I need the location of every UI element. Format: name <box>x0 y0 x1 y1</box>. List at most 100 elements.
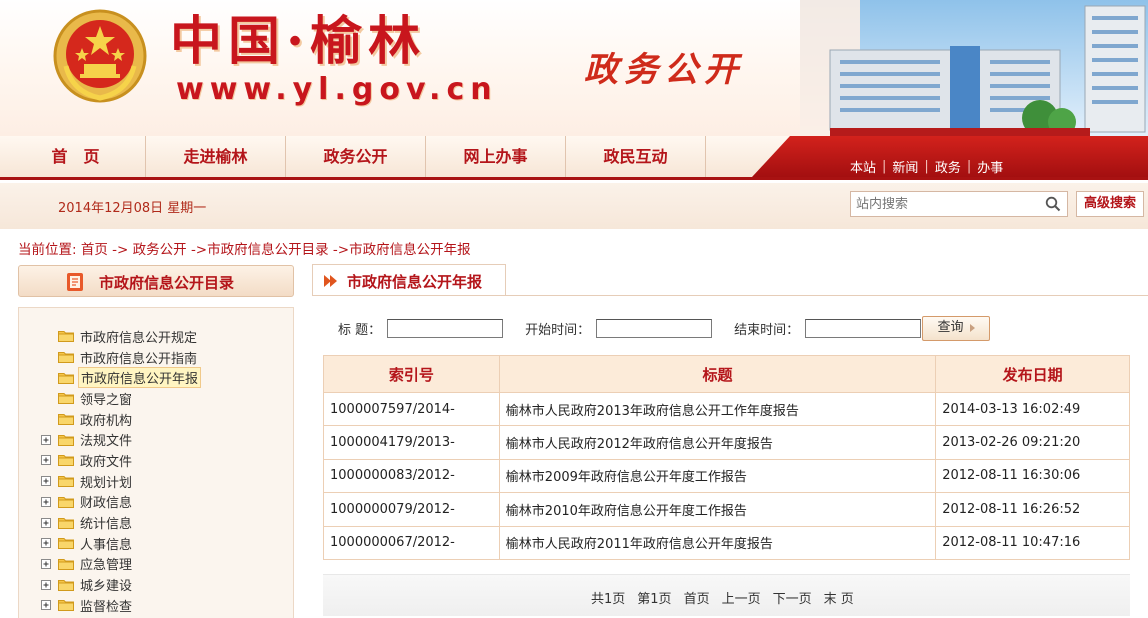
sidebar-item-label[interactable]: 监督检查 <box>78 596 134 615</box>
expand-plus-icon[interactable] <box>41 579 51 590</box>
sidebar-tree-item[interactable]: 应急管理 <box>41 554 201 575</box>
quick-link-news[interactable]: 新闻 <box>892 157 918 176</box>
sidebar-item-label[interactable]: 城乡建设 <box>78 575 134 594</box>
site-search <box>850 191 1068 217</box>
next-page-link[interactable]: 下一页 <box>773 588 812 607</box>
breadcrumb-home[interactable]: 首页 <box>81 242 108 258</box>
index-cell: 1000000083/2012- <box>323 458 500 494</box>
report-title-link[interactable]: 榆林市人民政府2012年政府信息公开年度报告 <box>498 425 937 460</box>
sidebar-header: 市政府信息公开目录 <box>18 265 294 297</box>
expand-plus-icon[interactable] <box>41 517 51 528</box>
sidebar-tree-item[interactable]: 城乡建设 <box>41 574 201 595</box>
folder-icon <box>58 496 74 508</box>
info-bar: 2014年12月08日 星期一 高级搜索 <box>0 183 1148 229</box>
report-title-link[interactable]: 榆林市2009年政府信息公开年度工作报告 <box>498 458 937 494</box>
nav-home[interactable]: 首 页 <box>6 136 146 177</box>
reports-table: 索引号 标题 发布日期 1000007597/2014- 榆林市人民政府2013… <box>323 355 1130 560</box>
report-title-link[interactable]: 榆林市人民政府2013年政府信息公开工作年度报告 <box>498 391 937 427</box>
last-page-link[interactable]: 末 页 <box>824 588 854 607</box>
quick-link-affairs[interactable]: 政务 <box>935 157 961 176</box>
expand-plus-icon[interactable] <box>41 538 51 549</box>
nav-public-interaction[interactable]: 政民互动 <box>566 136 706 177</box>
sidebar-tree-item[interactable]: 人事信息 <box>41 533 201 554</box>
sidebar-item-label[interactable]: 财政信息 <box>78 492 134 511</box>
government-building-image <box>800 0 1148 136</box>
sidebar-item-label[interactable]: 市政府信息公开指南 <box>78 348 199 367</box>
sidebar-tree-item[interactable]: 监督检查 <box>41 595 201 616</box>
expand-plus-icon[interactable] <box>41 600 51 611</box>
sidebar-item-label[interactable]: 市政府信息公开年报 <box>78 367 202 389</box>
sidebar-tree-item[interactable]: 财政信息 <box>41 492 201 513</box>
sidebar-item-label[interactable]: 领导之窗 <box>78 389 134 408</box>
main-nav: 首 页 走进榆林 政务公开 网上办事 政民互动 本站 | 新闻 | 政务 | 办… <box>0 136 1148 180</box>
breadcrumb-info-catalog[interactable]: 市政府信息公开目录 <box>207 242 329 258</box>
tab-underline <box>312 295 1148 296</box>
column-header-index: 索引号 <box>323 355 500 393</box>
advanced-search-button[interactable]: 高级搜索 <box>1076 191 1144 217</box>
prev-page-link[interactable]: 上一页 <box>722 588 761 607</box>
folder-icon <box>58 476 74 488</box>
table-row: 1000000083/2012- 榆林市2009年政府信息公开年度工作报告 20… <box>323 458 1130 494</box>
search-input[interactable] <box>851 192 1041 216</box>
sidebar-tree-item[interactable]: 政府文件 <box>41 450 201 471</box>
quick-link-services[interactable]: 办事 <box>977 157 1003 176</box>
sidebar-item-label[interactable]: 市政府信息公开规定 <box>78 327 199 346</box>
start-date-input[interactable] <box>596 318 713 338</box>
first-page-link[interactable]: 首页 <box>684 588 710 607</box>
sidebar-tree-item[interactable]: 法规文件 <box>41 429 201 450</box>
nav-online-services[interactable]: 网上办事 <box>426 136 566 177</box>
expand-plus-icon[interactable] <box>41 476 51 487</box>
sidebar-item-label[interactable]: 规划计划 <box>78 472 134 491</box>
quick-link-site[interactable]: 本站 <box>850 157 876 176</box>
breadcrumb: 当前位置: 首页 -> 政务公开 ->市政府信息公开目录 ->市政府信息公开年报 <box>18 238 471 258</box>
sidebar-title: 市政府信息公开目录 <box>99 274 235 292</box>
breadcrumb-government-affairs[interactable]: 政务公开 <box>133 242 187 258</box>
tab-annual-reports[interactable]: 市政府信息公开年报 <box>312 264 506 296</box>
expand-plus-icon[interactable] <box>41 434 51 445</box>
query-button[interactable]: 查询 <box>922 316 990 341</box>
sidebar-item-label[interactable]: 统计信息 <box>78 513 134 532</box>
sidebar-tree-panel: 市政府信息公开规定 市政府信息公开指南 市政府信息公开年报 领导之窗政府机构 法规文件政… <box>18 307 294 618</box>
sidebar-tree-item[interactable]: 统计信息 <box>41 512 201 533</box>
sidebar-item-label[interactable]: 法规文件 <box>78 430 134 449</box>
table-header-row: 索引号 标题 发布日期 <box>323 355 1130 393</box>
date-cell: 2013-02-26 09:21:20 <box>935 425 1130 460</box>
end-date-label: 结束时间： <box>734 322 800 338</box>
expand-plus-icon[interactable] <box>41 455 51 466</box>
sidebar-tree-item[interactable]: 市政府信息公开规定 <box>41 326 201 347</box>
sidebar-item-label[interactable]: 政府机构 <box>78 410 134 429</box>
divider: | <box>966 158 972 174</box>
breadcrumb-separator: -> <box>332 242 350 258</box>
site-url: www.yl.gov.cn <box>176 72 498 107</box>
folder-icon <box>58 372 74 384</box>
report-title-link[interactable]: 榆林市2010年政府信息公开年度工作报告 <box>498 492 937 527</box>
sidebar-item-label[interactable]: 人事信息 <box>78 534 134 553</box>
report-title-link[interactable]: 榆林市人民政府2011年政府信息公开年度报告 <box>498 525 937 560</box>
sidebar-tree-item[interactable]: 市政府信息公开指南 <box>41 347 201 368</box>
expand-plus-icon[interactable] <box>41 558 51 569</box>
sidebar-tree-item[interactable]: 领导之窗 <box>41 388 201 409</box>
table-row: 1000007597/2014- 榆林市人民政府2013年政府信息公开工作年度报… <box>323 391 1130 427</box>
nav-government-affairs[interactable]: 政务公开 <box>286 136 426 177</box>
sidebar-tree-item[interactable]: 规划计划 <box>41 471 201 492</box>
title-filter-input[interactable] <box>387 318 504 338</box>
end-date-input[interactable] <box>805 318 922 338</box>
table-row: 1000004179/2013- 榆林市人民政府2012年政府信息公开年度报告 … <box>323 425 1130 460</box>
sidebar-item-label[interactable]: 政府文件 <box>78 451 134 470</box>
folder-icon <box>58 352 74 364</box>
folder-icon <box>58 455 74 467</box>
breadcrumb-annual-reports[interactable]: 市政府信息公开年报 <box>349 242 471 258</box>
expand-plus-icon[interactable] <box>41 496 51 507</box>
filter-form: 标 题： 开始时间： 结束时间： <box>338 315 922 341</box>
nav-about-yulin[interactable]: 走进榆林 <box>146 136 286 177</box>
catalog-tree: 市政府信息公开规定 市政府信息公开指南 市政府信息公开年报 领导之窗政府机构 法规文件政… <box>41 326 202 616</box>
page-current: 第1页 <box>637 592 672 607</box>
sidebar-tree-item[interactable]: 政府机构 <box>41 409 201 430</box>
search-icon[interactable] <box>1045 196 1061 212</box>
sidebar-tree-item[interactable]: 市政府信息公开年报 <box>41 367 202 389</box>
folder-icon <box>58 600 74 612</box>
folder-icon <box>58 393 74 405</box>
table-row: 1000000067/2012- 榆林市人民政府2011年政府信息公开年度报告 … <box>323 525 1130 560</box>
quick-links: 本站 | 新闻 | 政务 | 办事 <box>850 156 1003 176</box>
sidebar-item-label[interactable]: 应急管理 <box>78 554 134 573</box>
